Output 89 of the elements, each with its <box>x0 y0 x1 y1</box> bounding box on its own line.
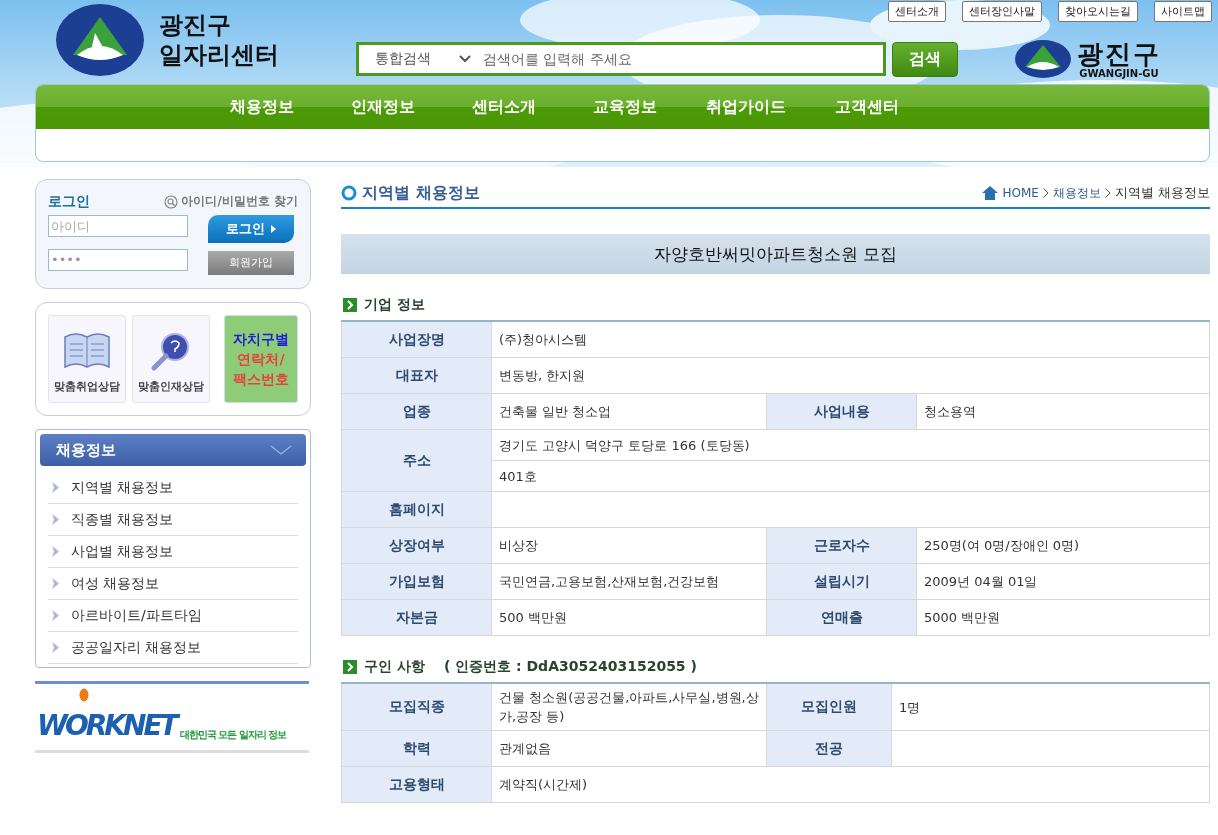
field-label: 설립시기 <box>766 563 917 600</box>
id-field[interactable]: 아이디 <box>48 215 188 238</box>
chevron-down-icon[interactable] <box>270 445 292 455</box>
field-label: 사업내용 <box>766 393 917 430</box>
field-label: 사업장명 <box>341 321 492 358</box>
field-label: 주소 <box>341 429 492 492</box>
utility-link[interactable]: 센터장인사말 <box>962 1 1042 22</box>
login-button[interactable]: 로그인 <box>208 215 294 244</box>
field-value: 250명(여 0명/장애인 0명) <box>916 527 1210 564</box>
logo-text: 일자리센터 <box>159 40 279 70</box>
search-field[interactable]: 통합검색 검색어를 입력해 주세요 <box>356 42 886 76</box>
field-value: 관계없음 <box>491 730 767 767</box>
menu-item[interactable]: 여성 채용정보 <box>48 568 298 600</box>
field-value: 5000 백만원 <box>916 599 1210 636</box>
field-label: 업종 <box>341 393 492 430</box>
utility-link[interactable]: 센터소개 <box>888 1 946 22</box>
field-label: 고용형태 <box>341 766 492 803</box>
utility-link[interactable]: 사이트맵 <box>1154 1 1212 22</box>
circle-icon <box>341 185 357 201</box>
field-value: 국민연금,고용보험,산재보험,건강보험 <box>491 563 767 600</box>
menu-item[interactable]: 사업별 채용정보 <box>48 536 298 568</box>
breadcrumb-link[interactable]: HOME <box>1002 186 1039 200</box>
section-title: 구인 사항 <box>364 658 425 676</box>
field-value: 2009년 04월 01일 <box>916 563 1210 600</box>
field-label: 가입보험 <box>341 563 492 600</box>
chevron-icon <box>52 482 59 493</box>
field-label: 모집인원 <box>766 683 892 731</box>
menu-item[interactable]: 아르바이트/파트타임 <box>48 600 298 632</box>
field-label: 대표자 <box>341 357 492 394</box>
quick-link[interactable]: 맞춤취업상담 <box>48 315 126 403</box>
dot-icon <box>79 688 89 702</box>
menu-item[interactable]: 지역별 채용정보 <box>48 472 298 504</box>
logo-text: 광진구 <box>159 10 232 40</box>
find-account-link[interactable]: 아이디/비밀번호 찾기 <box>164 193 298 211</box>
district-logo-text: GWANGJIN-GU <box>1079 67 1159 79</box>
login-title: 로그인 <box>48 192 90 211</box>
field-label: 모집직종 <box>341 683 492 731</box>
field-label: 상장여부 <box>341 527 492 564</box>
caret-icon <box>459 55 471 63</box>
chevron-icon <box>52 546 59 557</box>
arrow-square-icon <box>343 298 357 312</box>
chevron-icon <box>52 610 59 621</box>
page-title: 지역별 채용정보 <box>362 182 480 204</box>
field-value: 건물 청소원(공공건물,아파트,사무실,병원,상가,공장 등) <box>491 683 767 731</box>
quick-link[interactable]: 맞춤인재상담 <box>132 315 210 403</box>
emblem-icon <box>1013 39 1073 79</box>
field-value: 401호 <box>491 460 1210 492</box>
district-logo-text: 광진구 <box>1077 39 1161 68</box>
field-value: 비상장 <box>491 527 767 564</box>
arrow-square-icon <box>343 660 357 674</box>
job-title: 자양호반써밋아파트청소원 모집 <box>341 234 1210 274</box>
utility-link[interactable]: 찾아오시는길 <box>1058 1 1138 22</box>
menu-item[interactable]: 직종별 채용정보 <box>48 504 298 536</box>
field-label: 전공 <box>766 730 892 767</box>
field-value: 500 백만원 <box>491 599 767 636</box>
chevron-icon <box>1042 188 1049 198</box>
triangle-icon <box>271 225 276 234</box>
banner-tagline: 대한민국 모든 일자리 정보 <box>179 728 287 742</box>
menu-title: 채용정보 <box>56 440 116 460</box>
field-value: 1명 <box>891 683 1210 731</box>
book-icon <box>62 331 112 371</box>
magnifier-icon <box>151 331 191 371</box>
field-value: (주)청아시스템 <box>491 321 1210 358</box>
home-icon <box>982 186 999 200</box>
breadcrumb-link[interactable]: 채용정보 <box>1052 184 1101 202</box>
field-value: 청소용역 <box>916 393 1210 430</box>
chevron-icon <box>52 642 59 653</box>
field-value: 건축물 일반 청소업 <box>491 393 767 430</box>
field-value: 경기도 고양시 덕양구 토당로 166 (토당동) <box>491 429 1210 461</box>
field-label: 학력 <box>341 730 492 767</box>
section-title: 기업 정보 <box>364 296 425 314</box>
menu-item[interactable]: 공공일자리 채용정보 <box>48 632 298 664</box>
field-label: 홈페이지 <box>341 491 492 528</box>
certification-number: ( 인증번호 : DdA3052403152055 ) <box>443 658 697 676</box>
field-value: 변동방, 한지원 <box>491 357 1210 394</box>
nav-link[interactable]: 교육정보 <box>564 96 685 118</box>
quick-link[interactable]: 자치구별 연락처/ 팩스번호 <box>224 315 298 403</box>
field-value: 계약직(시간제) <box>491 766 1210 803</box>
breadcrumb-current: 지역별 채용정보 <box>1114 184 1210 202</box>
chevron-icon <box>52 514 59 525</box>
emblem-icon <box>55 3 145 77</box>
chevron-icon <box>52 578 59 589</box>
worknet-banner[interactable]: WORKNET대한민국 모든 일자리 정보 <box>35 681 309 753</box>
field-label: 자본금 <box>341 599 492 636</box>
search-icon <box>164 194 179 209</box>
chevron-icon <box>1104 188 1111 198</box>
field-label: 연매출 <box>766 599 917 636</box>
field-label: 근로자수 <box>766 527 917 564</box>
nav-link[interactable]: 채용정보 <box>201 96 322 118</box>
